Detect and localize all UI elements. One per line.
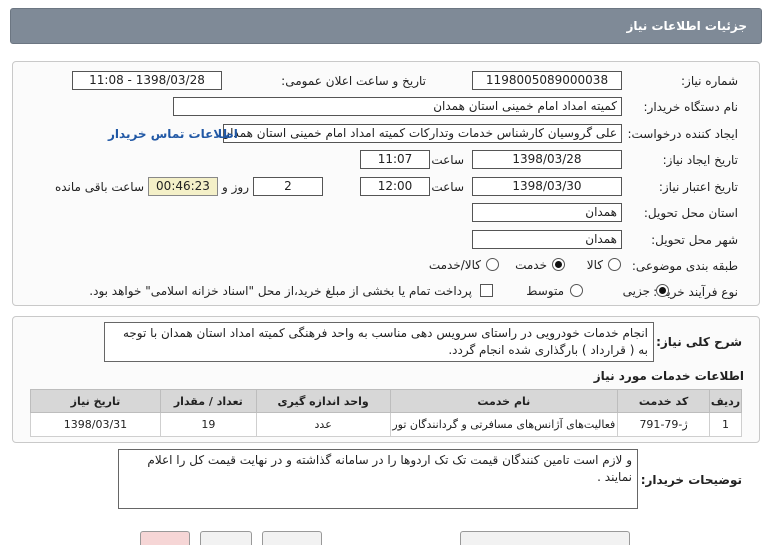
category-goods-service-label: کالا/خدمت — [428, 258, 481, 272]
cell-row: 1 — [709, 412, 742, 437]
cell-unit: عدد — [255, 412, 391, 437]
created-date-label: تاریخ ایجاد نیاز: — [662, 153, 738, 167]
buyer-org-field: کمیته امداد امام خمینی استان همدان — [173, 97, 622, 116]
contact-buyer-link[interactable]: اطلاعات تماس خریدار — [108, 127, 238, 141]
col-row: ردیف — [709, 389, 742, 413]
bottom-button-3[interactable] — [262, 531, 322, 545]
cell-quantity: 19 — [159, 412, 257, 437]
col-service-code: کد خدمت — [617, 389, 711, 413]
category-goods-label: کالا — [586, 258, 603, 272]
summary-label: شرح کلی نیاز: — [656, 335, 742, 349]
requester-label: ایجاد کننده درخواست: — [627, 127, 738, 141]
remaining-label: ساعت باقی مانده — [54, 180, 144, 194]
table-header-row: ردیف کد خدمت نام خدمت واحد اندازه گیری ت… — [30, 389, 742, 413]
treasury-checkbox[interactable] — [480, 284, 493, 297]
city-label: شهر محل تحویل: — [651, 233, 738, 247]
days-label: روز و — [222, 180, 249, 194]
purchase-medium-radio[interactable] — [570, 284, 583, 297]
category-service-label: خدمت — [515, 258, 547, 272]
validity-date-field: 1398/03/30 — [472, 177, 622, 196]
col-need-date: تاریخ نیاز — [30, 389, 161, 413]
col-service-name: نام خدمت — [389, 389, 619, 413]
services-title: اطلاعات خدمات مورد نیاز — [593, 369, 744, 383]
remaining-time-field: 00:46:23 — [148, 177, 218, 196]
bottom-button-2[interactable] — [200, 531, 252, 545]
purchase-minor-radio[interactable] — [656, 284, 669, 297]
cell-need-date: 1398/03/31 — [30, 412, 161, 437]
buyer-org-label: نام دستگاه خریدار: — [643, 100, 739, 114]
province-label: استان محل تحویل: — [643, 206, 738, 220]
city-field: همدان — [472, 230, 622, 249]
table-row: 1 ژ-79-791 فعالیت‌های آژانس‌های مسافرتی … — [30, 412, 742, 437]
purchase-minor-label: جزیی — [622, 284, 650, 298]
summary-text: انجام خدمات خودرویی در راستای سرویس دهی … — [104, 322, 654, 362]
need-number-label: شماره نیاز: — [681, 74, 738, 88]
need-number-field: 1198005089000038 — [472, 71, 622, 90]
page-title: جزئیات اطلاعات نیاز — [626, 19, 747, 33]
col-unit: واحد اندازه گیری — [255, 389, 391, 413]
created-date-field: 1398/03/28 — [472, 150, 622, 169]
days-field: 2 — [253, 177, 323, 196]
col-quantity: تعداد / مقدار — [159, 389, 257, 413]
buyer-notes-label: توضیحات خریدار: — [640, 473, 742, 487]
category-label: طبقه بندی موضوعی: — [631, 259, 738, 273]
category-service-radio[interactable] — [552, 258, 565, 271]
bottom-button-1[interactable] — [140, 531, 190, 545]
validity-time-field: 12:00 — [360, 177, 430, 196]
province-field: همدان — [472, 203, 622, 222]
treasury-note: پرداخت تمام یا بخشی از مبلغ خرید،از محل … — [89, 284, 472, 298]
cell-service-code: ژ-79-791 — [617, 412, 711, 437]
buyer-notes-text: و لازم است تامین کنندگان قیمت تک تک اردو… — [118, 449, 638, 509]
announce-field: 1398/03/28 - 11:08 — [72, 71, 222, 90]
cell-service-name: فعالیت‌های آژانس‌های مسافرتی و گردانندگا… — [389, 412, 619, 437]
bottom-button-4[interactable] — [460, 531, 630, 545]
validity-date-label: تاریخ اعتبار نیاز: — [658, 180, 738, 194]
requester-field: علی گروسیان کارشناس خدمات وتدارکات کمیته… — [223, 124, 622, 143]
page-header: جزئیات اطلاعات نیاز — [10, 8, 762, 44]
category-goods-service-radio[interactable] — [486, 258, 499, 271]
created-time-field: 11:07 — [360, 150, 430, 169]
purchase-medium-label: متوسط — [526, 284, 564, 298]
announce-label: تاریخ و ساعت اعلان عمومی: — [281, 74, 426, 88]
category-goods-radio[interactable] — [608, 258, 621, 271]
created-time-label: ساعت — [431, 153, 464, 167]
services-table: ردیف کد خدمت نام خدمت واحد اندازه گیری ت… — [30, 389, 742, 437]
validity-time-label: ساعت — [431, 180, 464, 194]
